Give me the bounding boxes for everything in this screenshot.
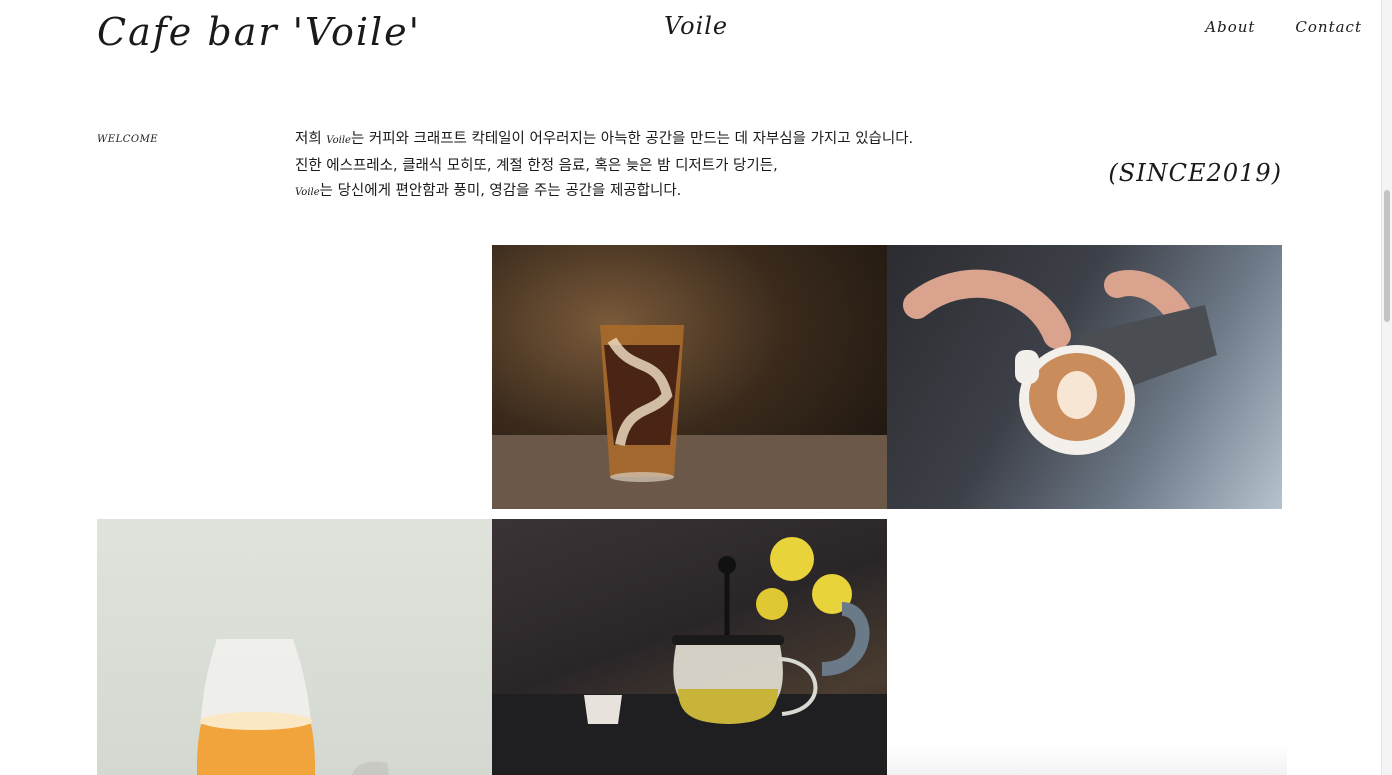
intro-brand: Voile: [295, 187, 320, 198]
tea-pot-photo: [492, 519, 887, 775]
intro-line-3: Voile는 당신에게 편안함과 풍미, 영감을 주는 공간을 제공합니다.: [295, 179, 935, 206]
iced-latte-illustration: [492, 325, 887, 509]
intro-line-1: 저희 Voile는 커피와 크래프트 칵테일이 어우러지는 아늑한 공간을 만드…: [295, 127, 935, 154]
intro-line-1-prefix: 저희: [295, 131, 327, 147]
iced-latte-photo: [492, 245, 887, 509]
center-logo[interactable]: Voile: [664, 12, 728, 40]
intro-brand: Voile: [326, 135, 351, 146]
bottom-fade-overlay: [887, 745, 1287, 775]
beer-glass-photo: [97, 519, 492, 775]
latte-art-illustration: [903, 269, 1217, 455]
top-nav: About Contact: [1205, 18, 1362, 36]
beer-glass-illustration: [197, 639, 389, 775]
welcome-label: WELCOME: [97, 134, 159, 145]
scrollbar-thumb[interactable]: [1384, 190, 1390, 322]
intro-line-3-rest: 는 당신에게 편안함과 풍미, 영감을 주는 공간을 제공합니다.: [319, 183, 682, 199]
intro-line-1-rest: 는 커피와 크래프트 칵테일이 어우러지는 아늑한 공간을 만드는 데 자부심을…: [350, 131, 914, 147]
tea-pot-illustration: [492, 537, 887, 775]
latte-art-photo: [887, 245, 1282, 509]
nav-contact-link[interactable]: Contact: [1295, 18, 1362, 36]
page-scrollbar[interactable]: [1381, 0, 1392, 775]
intro-text: 저희 Voile는 커피와 크래프트 칵테일이 어우러지는 아늑한 공간을 만드…: [295, 127, 935, 206]
site-title[interactable]: Cafe bar 'Voile': [97, 10, 421, 54]
nav-about-link[interactable]: About: [1205, 18, 1255, 36]
intro-line-2: 진한 에스프레소, 클래식 모히또, 계절 한정 음료, 혹은 늦은 밤 디저트…: [295, 157, 778, 174]
since-label: (SINCE2019): [1108, 159, 1282, 187]
